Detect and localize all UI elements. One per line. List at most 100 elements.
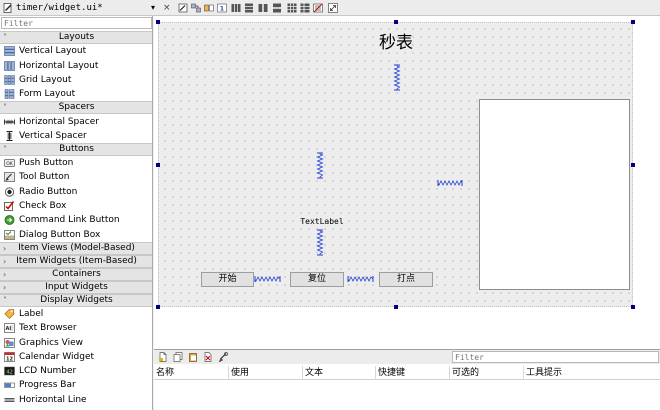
layout-vertical-icon[interactable] xyxy=(244,3,254,13)
widget-item[interactable]: Progress Bar xyxy=(0,378,152,392)
vertical-spacer[interactable] xyxy=(315,152,325,179)
svg-text:12: 12 xyxy=(6,356,13,362)
widget-item[interactable]: Command Link Button xyxy=(0,213,152,227)
category-label: Item Widgets (Item-Based) xyxy=(16,255,137,266)
split-vertical-icon[interactable] xyxy=(272,3,282,13)
widget-filter-input[interactable] xyxy=(4,18,144,28)
edit-buddies-icon[interactable] xyxy=(204,3,214,13)
widget-item-label: Horizontal Layout xyxy=(19,60,99,71)
widget-filter-box[interactable] xyxy=(1,17,152,29)
split-horizontal-icon[interactable] xyxy=(258,3,268,13)
layout-form-icon[interactable] xyxy=(300,3,310,13)
widget-item-label: Label xyxy=(19,308,44,319)
widget-item[interactable]: Check Box xyxy=(0,199,152,213)
column-header[interactable]: 名称 xyxy=(154,366,228,380)
widget-item[interactable]: Radio Button xyxy=(0,185,152,199)
category-header[interactable]: ˅ Layouts xyxy=(0,31,152,44)
resize-handle[interactable] xyxy=(394,20,398,24)
lap-display-box[interactable] xyxy=(479,99,630,290)
widget-item[interactable]: Graphics View xyxy=(0,336,152,350)
horizontal-spacer[interactable] xyxy=(437,178,463,188)
widget-item-label: Progress Bar xyxy=(19,380,76,391)
widget-box: ˅Layouts Vertical Layout Horizontal Layout… xyxy=(0,16,153,410)
widget-item-label: Tool Button xyxy=(19,172,70,183)
label-icon xyxy=(4,309,15,319)
resize-handle[interactable] xyxy=(156,305,160,309)
category-label: Item Views (Model-Based) xyxy=(18,242,135,253)
grid-layout-icon xyxy=(4,75,15,85)
tab-close-icon[interactable]: × xyxy=(163,2,171,14)
category-header[interactable]: ˅ Buttons xyxy=(0,142,152,156)
widget-item-label: Push Button xyxy=(19,158,74,169)
category-label: Buttons xyxy=(59,143,94,154)
widget-item-label: Calendar Widget xyxy=(19,351,95,362)
widget-item[interactable]: Horizontal Spacer xyxy=(0,115,152,129)
time-text-label[interactable]: TextLabel xyxy=(295,217,349,227)
edit-signals-icon[interactable] xyxy=(191,3,201,13)
column-header[interactable]: 工具提示 xyxy=(523,366,660,380)
widget-item[interactable]: Dialog Button Box xyxy=(0,228,152,242)
title-label[interactable]: 秒表 xyxy=(356,32,436,54)
widget-item[interactable]: Horizontal Line xyxy=(0,393,152,407)
action-filter-input[interactable] xyxy=(455,352,645,362)
reset-button[interactable]: 复位 xyxy=(290,272,344,287)
horizontal-spacer[interactable] xyxy=(347,274,374,284)
category-header[interactable]: ˅ Display Widgets xyxy=(0,293,152,307)
category-header[interactable]: › Item Widgets (Item-Based) xyxy=(0,254,152,268)
widget-item[interactable]: Form Layout xyxy=(0,87,152,101)
widget-item[interactable]: Vertical Layout xyxy=(0,44,152,58)
column-header[interactable]: 使用 xyxy=(228,366,302,380)
widget-item[interactable]: Vertical Spacer xyxy=(0,129,152,143)
widget-item-label: Radio Button xyxy=(19,186,78,197)
resize-handle[interactable] xyxy=(156,20,160,24)
tab-dropdown-icon[interactable]: ▾ xyxy=(151,2,155,14)
widget-item[interactable]: OK Push Button xyxy=(0,156,152,170)
widget-item-label: Grid Layout xyxy=(19,74,72,85)
widget-item[interactable]: 12 Calendar Widget xyxy=(0,350,152,364)
widget-item-label: Horizontal Spacer xyxy=(19,116,99,127)
lap-button[interactable]: 打点 xyxy=(379,272,433,287)
edit-widgets-icon[interactable] xyxy=(178,3,188,13)
column-header[interactable]: 文本 xyxy=(302,366,375,380)
resize-handle[interactable] xyxy=(631,305,635,309)
category-header[interactable]: › Input Widgets xyxy=(0,280,152,294)
resize-handle[interactable] xyxy=(631,163,635,167)
start-button[interactable]: 开始 xyxy=(201,272,254,287)
column-header[interactable]: 快捷键 xyxy=(375,366,449,380)
svg-text:OK: OK xyxy=(6,161,14,167)
paste-action-icon[interactable] xyxy=(188,352,198,362)
break-layout-icon[interactable] xyxy=(313,3,323,13)
file-tab-title[interactable]: timer/widget.ui* xyxy=(16,2,103,14)
column-header[interactable]: 可选的 xyxy=(449,366,523,380)
widget-item[interactable]: Tool Button xyxy=(0,170,152,184)
category-header[interactable]: ˅ Spacers xyxy=(0,101,152,115)
category-header[interactable]: › Item Views (Model-Based) xyxy=(0,241,152,255)
vertical-spacer[interactable] xyxy=(315,229,325,256)
widget-item[interactable]: AI Text Browser xyxy=(0,321,152,335)
configure-icon[interactable] xyxy=(218,352,228,362)
new-action-icon[interactable] xyxy=(158,352,168,362)
widget-item[interactable]: Label xyxy=(0,307,152,321)
edit-file-icon xyxy=(3,3,12,13)
category-header[interactable]: › Containers xyxy=(0,267,152,281)
widget-item[interactable]: Grid Layout xyxy=(0,73,152,87)
adjust-size-icon[interactable] xyxy=(328,3,338,13)
calendar-icon: 12 xyxy=(4,351,15,362)
resize-handle[interactable] xyxy=(156,163,160,167)
layout-horizontal-icon[interactable] xyxy=(231,3,241,13)
widget-item[interactable]: Horizontal Layout xyxy=(0,59,152,73)
widget-item[interactable]: 42 LCD Number xyxy=(0,364,152,378)
horizontal-spacer[interactable] xyxy=(254,274,281,284)
action-filter-box[interactable] xyxy=(452,351,659,363)
command-link-icon xyxy=(4,215,15,226)
copy-action-icon[interactable] xyxy=(173,352,183,362)
vertical-layout-icon xyxy=(4,46,15,57)
widget-item-label: Form Layout xyxy=(19,89,76,100)
edit-tab-order-icon[interactable]: 1 xyxy=(217,3,227,13)
resize-handle[interactable] xyxy=(631,20,635,24)
delete-action-icon[interactable] xyxy=(203,352,213,362)
lcd-number-icon: 42 xyxy=(4,366,15,375)
layout-grid-icon[interactable] xyxy=(287,3,297,13)
resize-handle[interactable] xyxy=(394,305,398,309)
vertical-spacer[interactable] xyxy=(392,64,402,91)
